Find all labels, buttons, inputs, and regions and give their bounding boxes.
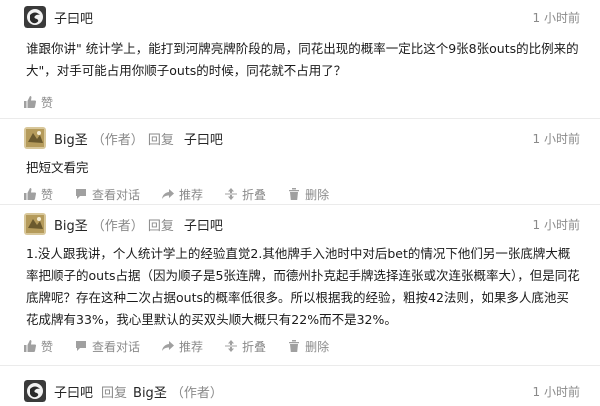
avatar[interactable]	[24, 6, 46, 28]
avatar[interactable]	[24, 127, 46, 149]
like-button[interactable]: 赞	[24, 338, 53, 355]
fold-label: 折叠	[242, 187, 267, 202]
comment-time: 1 小时前	[532, 384, 580, 399]
recommend-label: 推荐	[179, 339, 204, 354]
share-arrow-icon	[162, 189, 175, 199]
delete-label: 删除	[305, 187, 330, 202]
reply-word: 回复	[147, 132, 174, 148]
recommend-button[interactable]: 推荐	[162, 186, 203, 203]
delete-button[interactable]: 删除	[288, 338, 329, 355]
thumbs-up-icon	[24, 188, 36, 200]
like-label: 赞	[41, 187, 54, 202]
reply-target[interactable]: Big圣	[133, 382, 167, 401]
comment-text: 把短文看完	[26, 160, 89, 175]
author-tag: （作者）	[91, 218, 144, 234]
comment-item: 子曰吧 1 小时前 谁跟你讲" 统计学上，能打到河牌亮牌阶段的局，同花出现的概率…	[0, 0, 600, 119]
thumbs-up-icon	[24, 96, 36, 108]
reply-word: 回复	[101, 385, 128, 401]
fold-button[interactable]: 折叠	[225, 338, 266, 355]
delete-button[interactable]: 删除	[288, 186, 329, 203]
like-button[interactable]: 赞	[24, 94, 53, 111]
recommend-button[interactable]: 推荐	[162, 338, 203, 355]
chat-bubble-icon	[76, 341, 87, 351]
thumbs-up-icon	[24, 340, 36, 352]
delete-label: 删除	[305, 339, 330, 354]
trash-icon	[289, 188, 300, 200]
fold-button[interactable]: 折叠	[225, 186, 266, 203]
reply-target[interactable]: 子曰吧	[184, 215, 223, 234]
view-conversation-label: 查看对话	[92, 339, 141, 354]
comment-item: 子曰吧 回复 Big圣 （作者） 1 小时前	[0, 366, 600, 406]
like-button[interactable]: 赞	[24, 186, 53, 203]
comment-time: 1 小时前	[532, 10, 580, 25]
view-conversation-button[interactable]: 查看对话	[75, 338, 140, 355]
view-conversation-label: 查看对话	[92, 187, 141, 202]
comment-list: 子曰吧 1 小时前 谁跟你讲" 统计学上，能打到河牌亮牌阶段的局，同花出现的概率…	[0, 0, 600, 406]
comment-author[interactable]: Big圣	[54, 215, 88, 234]
reply-target-tag: （作者）	[170, 385, 223, 401]
fold-label: 折叠	[242, 339, 267, 354]
trash-icon	[289, 340, 300, 352]
comment-time: 1 小时前	[532, 217, 580, 232]
avatar[interactable]	[24, 380, 46, 402]
avatar[interactable]	[24, 213, 46, 235]
comment-text: 1.没人跟我讲，个人统计学上的经验直觉2.其他牌手入池时中对后bet的情况下他们…	[26, 246, 580, 327]
reply-target[interactable]: 子曰吧	[184, 129, 223, 148]
fold-icon	[225, 188, 238, 200]
comment-author[interactable]: 子曰吧	[54, 382, 93, 401]
comment-author[interactable]: 子曰吧	[54, 8, 93, 27]
comment-text: 谁跟你讲" 统计学上，能打到河牌亮牌阶段的局，同花出现的概率一定比这个9张8张o…	[26, 41, 579, 78]
chat-bubble-icon	[76, 189, 87, 199]
like-label: 赞	[41, 95, 54, 110]
author-tag: （作者）	[91, 132, 144, 148]
comment-item: Big圣 （作者） 回复 子曰吧 1 小时前 把短文看完 赞 查看对话 推荐 折…	[0, 119, 600, 205]
comment-author[interactable]: Big圣	[54, 129, 88, 148]
share-arrow-icon	[162, 341, 175, 351]
view-conversation-button[interactable]: 查看对话	[75, 186, 140, 203]
fold-icon	[225, 340, 238, 352]
like-label: 赞	[41, 339, 54, 354]
comment-item: Big圣 （作者） 回复 子曰吧 1 小时前 1.没人跟我讲，个人统计学上的经验…	[0, 205, 600, 366]
reply-word: 回复	[147, 218, 174, 234]
recommend-label: 推荐	[179, 187, 204, 202]
comment-time: 1 小时前	[532, 131, 580, 146]
